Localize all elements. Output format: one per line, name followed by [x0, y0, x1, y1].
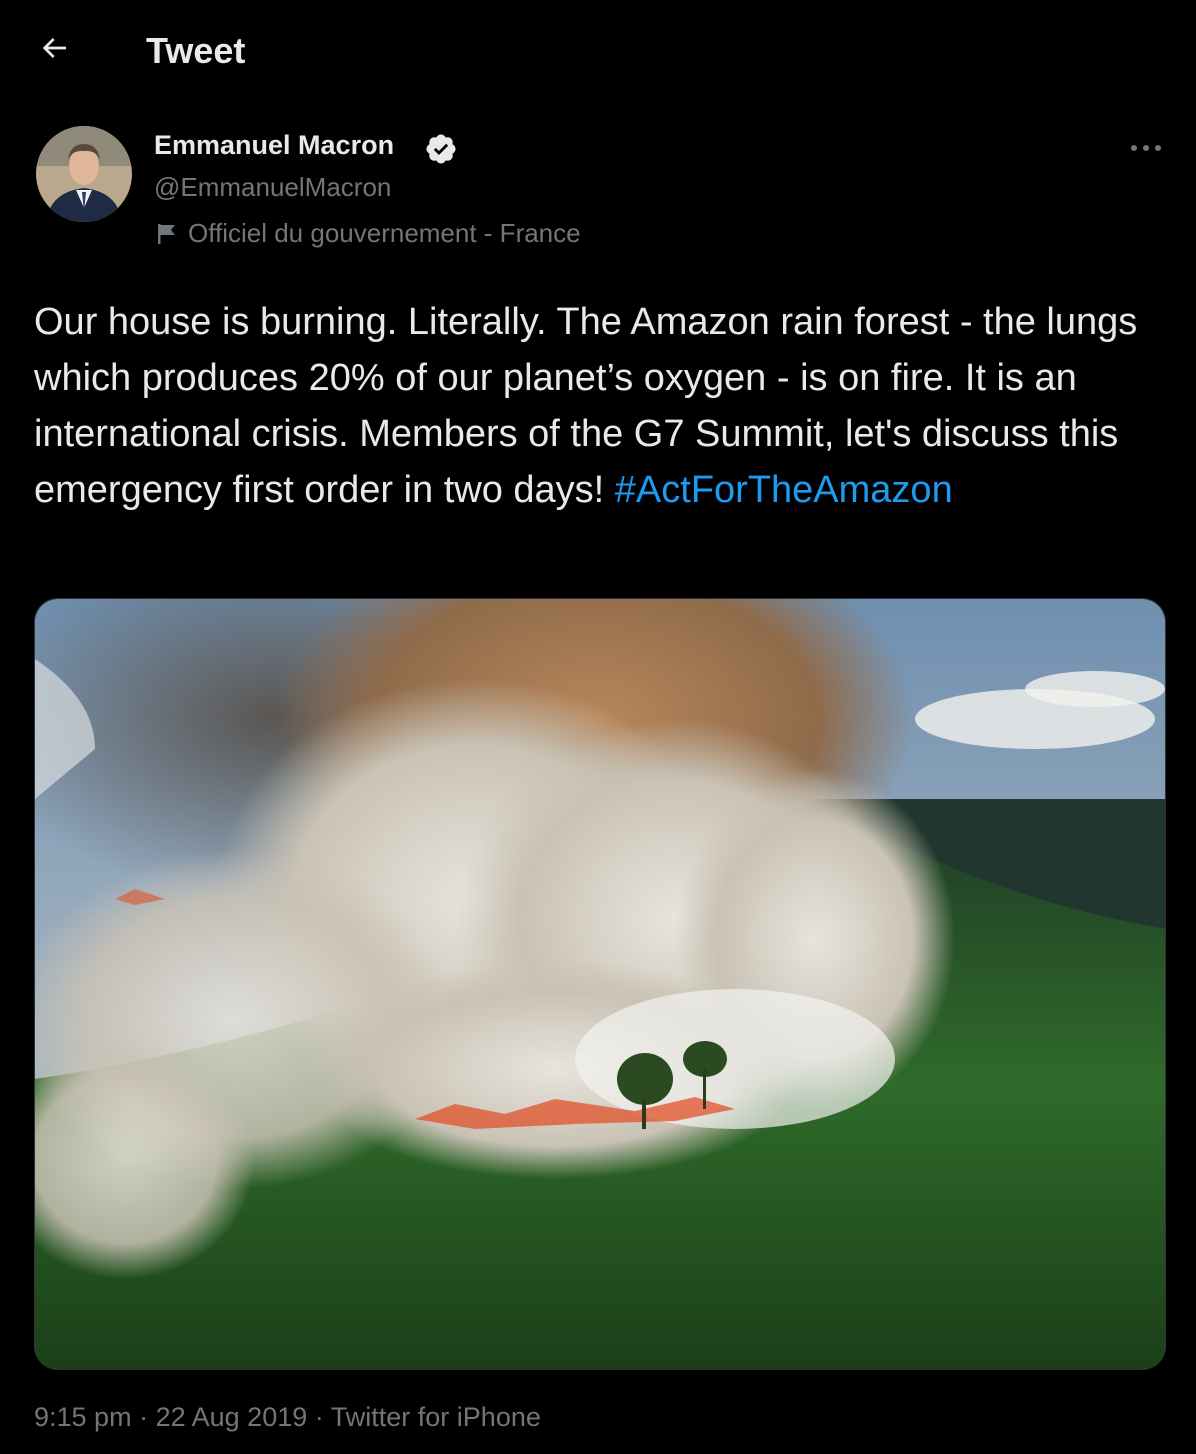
tweet-text: Our house is burning. Literally. The Ama…	[34, 294, 1164, 518]
arrow-left-icon	[42, 38, 66, 58]
back-button[interactable]	[30, 24, 78, 72]
avatar[interactable]	[36, 126, 132, 222]
tweet-photo[interactable]	[34, 598, 1166, 1370]
tweet-header: Tweet	[0, 0, 1196, 100]
government-label: Officiel du gouvernement - France	[156, 218, 581, 249]
meta-separator: ·	[314, 1402, 324, 1432]
tweet-body: Our house is burning. Literally. The Ama…	[34, 301, 1138, 511]
government-label-text: Officiel du gouvernement - France	[188, 218, 581, 248]
meta-separator: ·	[139, 1402, 149, 1432]
tweet-time[interactable]: 9:15 pm	[34, 1402, 132, 1432]
tweet-source[interactable]: Twitter for iPhone	[331, 1402, 541, 1432]
flag-icon	[158, 223, 175, 244]
page-title: Tweet	[146, 30, 246, 71]
verified-badge-icon	[426, 134, 456, 164]
more-horizontal-icon	[1131, 145, 1161, 151]
tweet-meta: 9:15 pm · 22 Aug 2019 · Twitter for iPho…	[34, 1402, 541, 1433]
author-name[interactable]: Emmanuel Macron	[154, 130, 394, 161]
hashtag-link[interactable]: #ActForTheAmazon	[615, 469, 953, 511]
tweet-date[interactable]: 22 Aug 2019	[156, 1402, 308, 1432]
more-button[interactable]	[1124, 130, 1168, 166]
author-handle[interactable]: @EmmanuelMacron	[154, 172, 391, 203]
